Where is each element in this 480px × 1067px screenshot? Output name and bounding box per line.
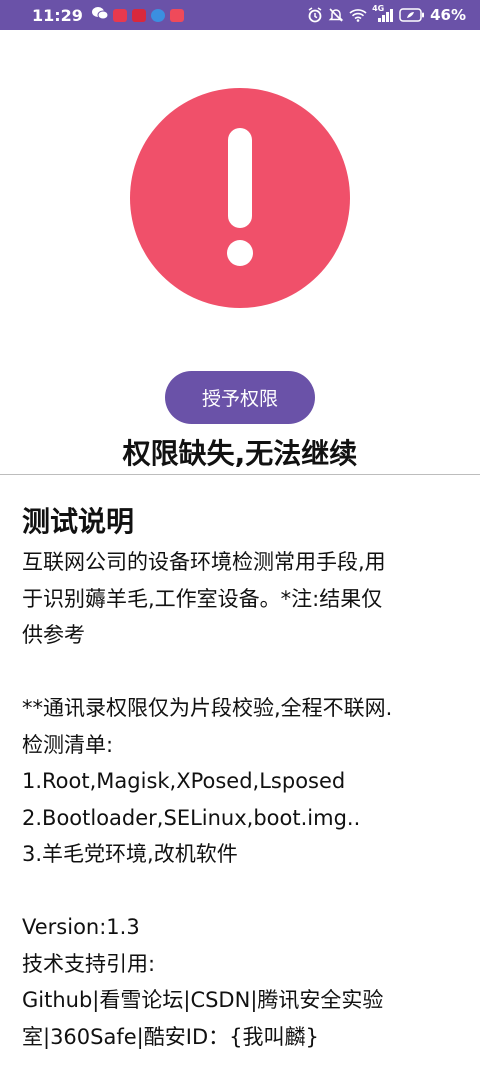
wechat-icon	[91, 6, 109, 24]
grant-permission-button[interactable]: 授予权限	[165, 371, 315, 424]
description-line: 检测清单:	[22, 732, 114, 757]
description-line: 互联网公司的设备环境检测常用手段,用	[22, 550, 386, 574]
description-line: 供参考	[22, 623, 85, 647]
description-body: 互联网公司的设备环境检测常用手段,用 于识别薅羊毛,工作室设备。*注:结果仅 供…	[22, 544, 462, 1055]
status-bar: 11:29 4G 46%	[0, 0, 480, 30]
status-bar-right: 4G 46%	[307, 4, 466, 24]
signal-icon: 4G	[372, 4, 394, 23]
description-line: 室|360Safe|酷安ID：{我叫麟}	[22, 1024, 319, 1049]
divider	[0, 474, 480, 475]
app-icon-red	[112, 8, 127, 22]
permission-missing-title: 权限缺失,无法继续	[122, 437, 358, 470]
network-type-label: 4G	[372, 4, 385, 13]
description-line: 1.Root,Magisk,XPosed,Lsposed	[22, 769, 346, 793]
version-line: Version:1.3	[22, 915, 140, 939]
app-icon-blue	[150, 8, 165, 22]
test-description-section: 测试说明 互联网公司的设备环境检测常用手段,用 于识别薅羊毛,工作室设备。*注:…	[22, 502, 462, 1055]
description-blank-line	[22, 873, 462, 910]
app-icon-red-2	[131, 8, 146, 22]
wifi-icon	[349, 8, 367, 22]
description-line: 技术支持引用:	[22, 951, 156, 976]
status-bar-left: 11:29	[32, 6, 184, 25]
alarm-icon	[307, 7, 323, 23]
description-blank-line	[22, 654, 462, 691]
description-line: 3.羊毛党环境,改机软件	[22, 842, 238, 866]
description-line: Github|看雪论坛|CSDN|腾讯安全实验	[22, 988, 384, 1012]
description-line: 于识别薅羊毛,工作室设备。*注:结果仅	[22, 586, 383, 611]
exclamation-icon	[130, 88, 350, 308]
battery-icon	[399, 8, 425, 22]
mute-icon	[328, 7, 344, 23]
description-line: **通讯录权限仅为片段校验,全程不联网.	[22, 696, 393, 720]
description-line: 2.Bootloader,SELinux,boot.img..	[22, 805, 361, 830]
battery-percent: 46%	[430, 6, 466, 24]
description-heading: 测试说明	[22, 505, 135, 538]
app-icon-red-3	[169, 8, 184, 22]
status-time: 11:29	[32, 5, 83, 25]
